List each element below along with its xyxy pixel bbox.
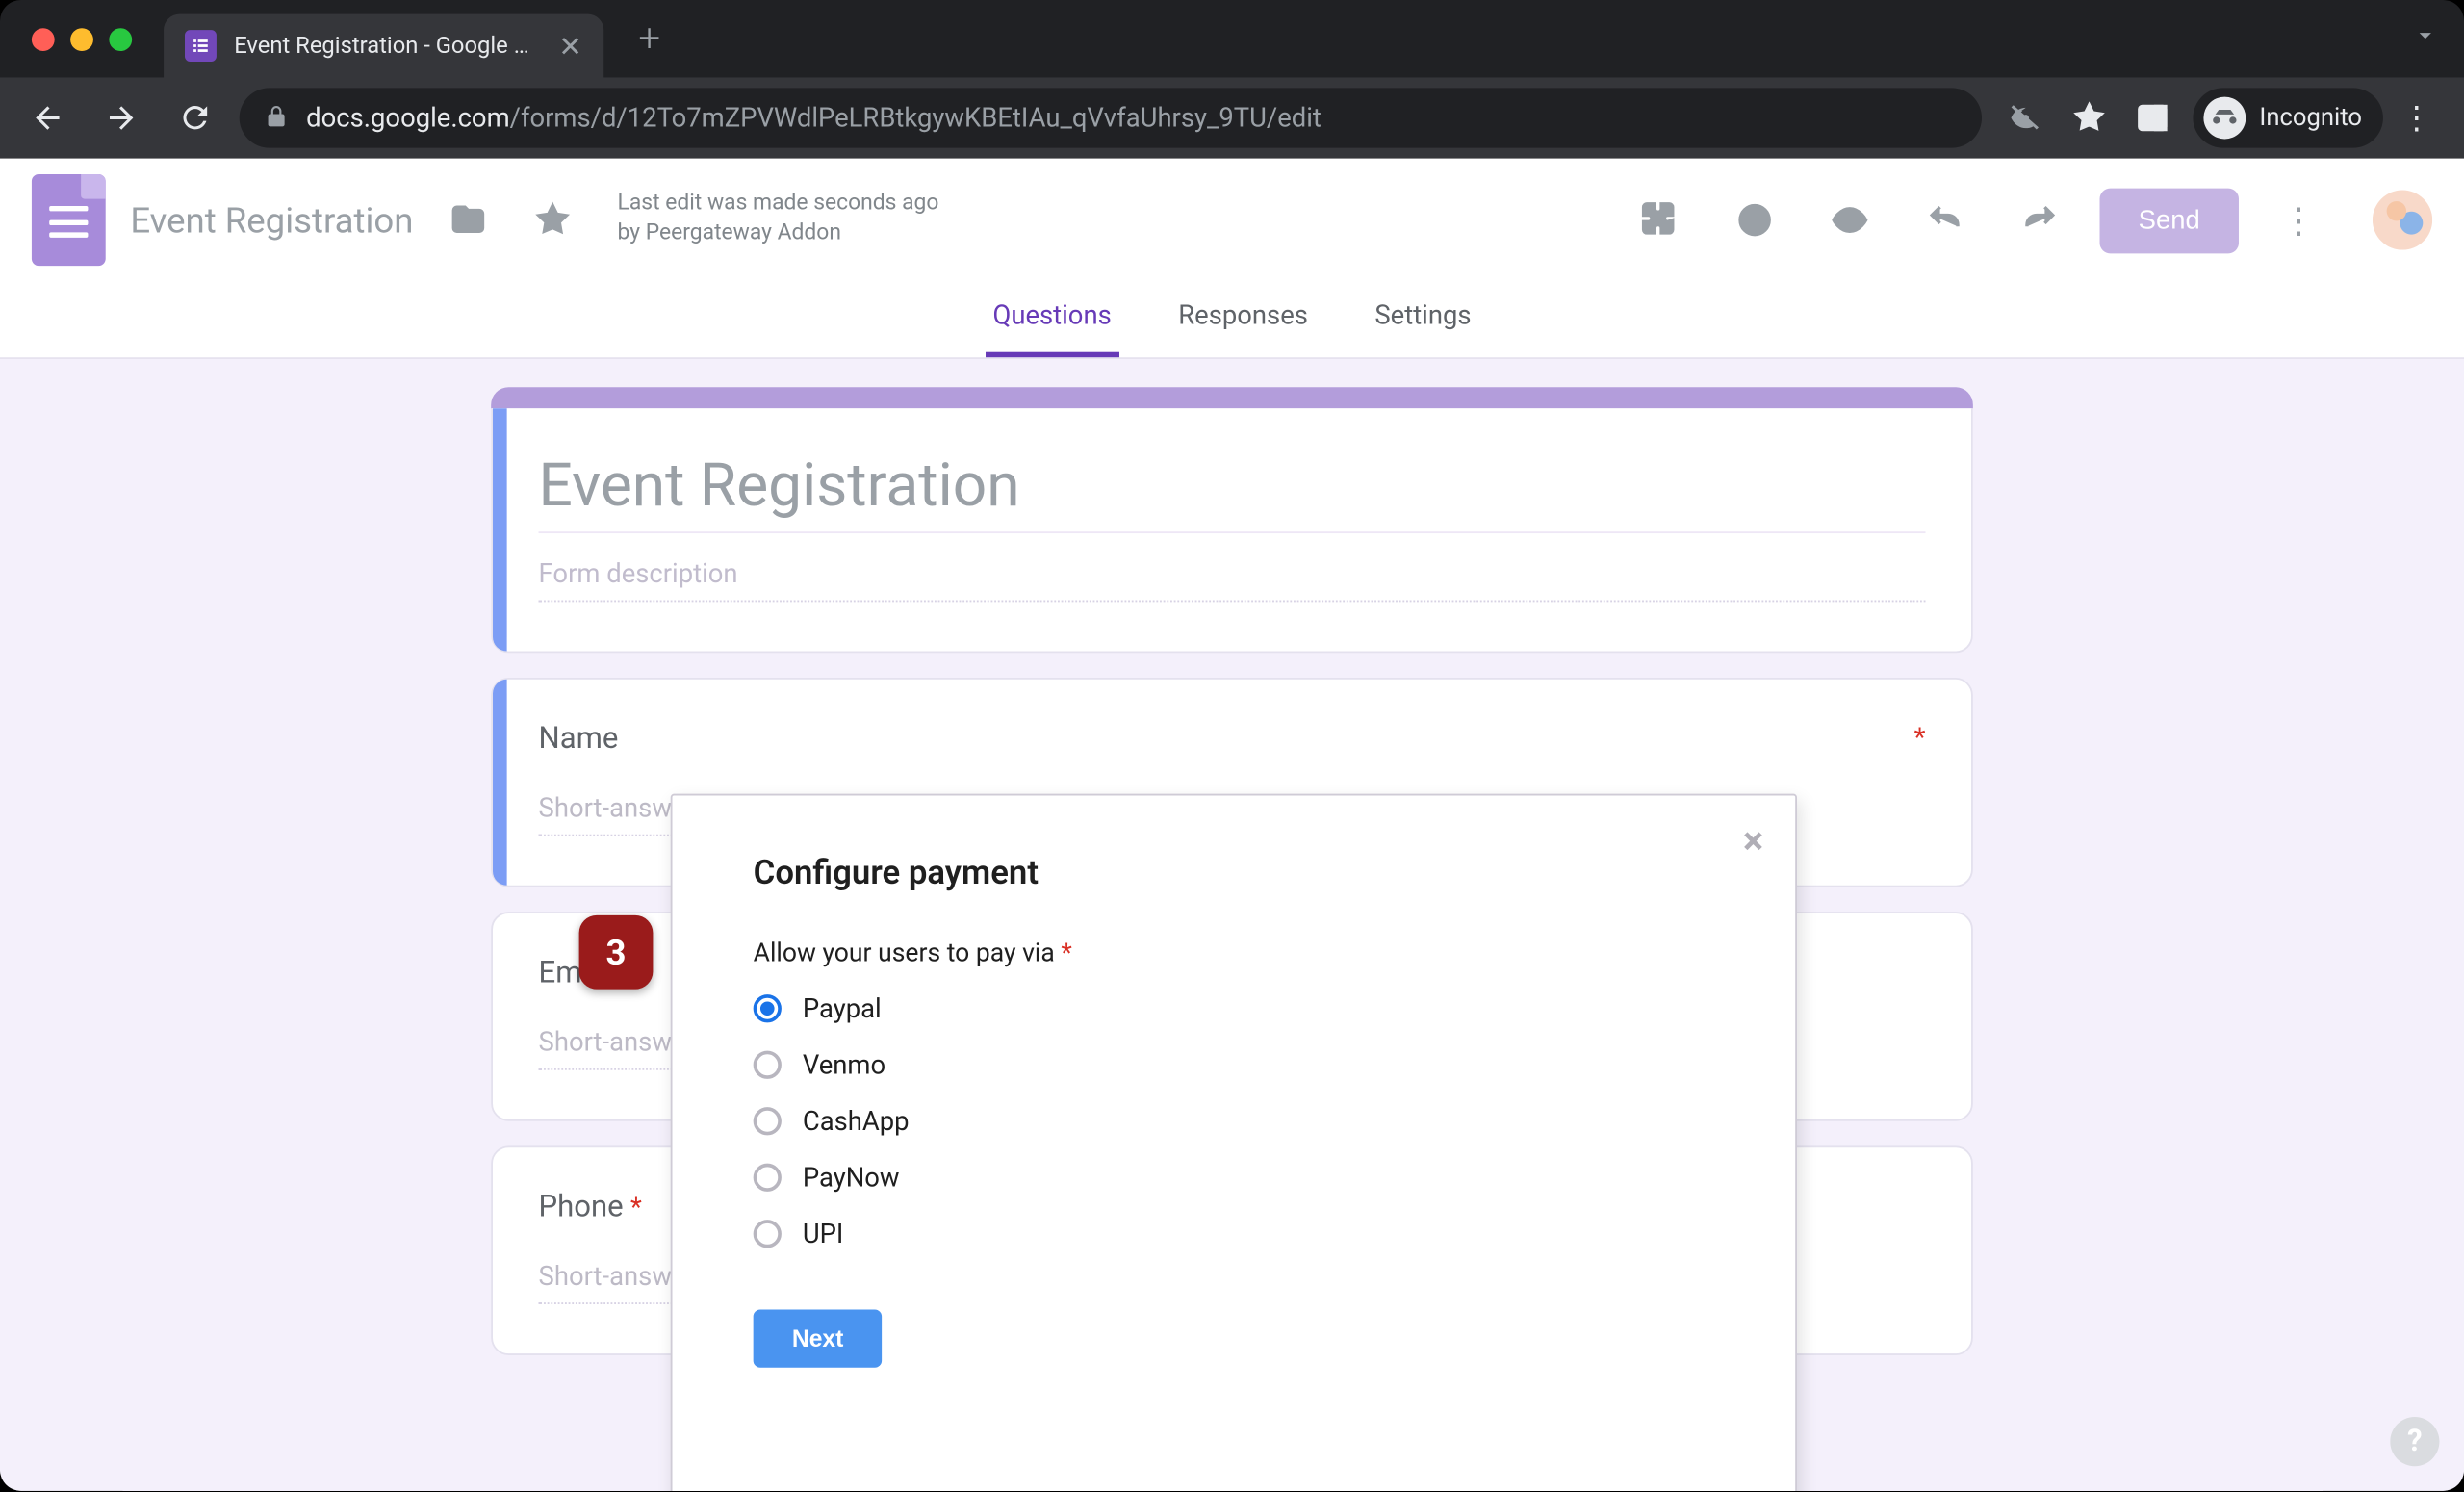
configure-payment-dialog: × Configure payment Allow your users to … [671,794,1797,1491]
next-button[interactable]: Next [754,1309,883,1367]
help-button[interactable]: ? [2390,1417,2439,1466]
radio-icon [754,1164,782,1192]
star-button[interactable] [523,190,582,249]
tab-title: Event Registration - Google Fo [234,33,537,59]
required-indicator: * [630,1192,642,1223]
bookmark-icon[interactable] [2059,88,2118,147]
tabs-overflow-button[interactable] [2411,21,2439,57]
radio-icon [754,1220,782,1248]
payment-options: Paypal Venmo CashApp PayNow UPI [754,992,1714,1249]
document-title[interactable]: Event Registration [130,199,413,242]
url-text: docs.google.com/forms/d/12To7mZPVWdlPeLR… [306,102,1322,134]
dialog-close-button[interactable]: × [1743,820,1763,864]
address-bar: docs.google.com/forms/d/12To7mZPVWdlPeLR… [0,77,2464,158]
radio-upi[interactable]: UPI [754,1218,1714,1249]
maximize-window-button[interactable] [109,27,132,50]
question-label[interactable]: Name [539,722,619,758]
forms-favicon-icon [185,30,217,62]
browser-chrome: Event Registration - Google Fo ✕ + docs.… [0,0,2464,159]
forms-logo-icon[interactable] [32,174,106,266]
radio-cashapp[interactable]: CashApp [754,1105,1714,1137]
tab-questions[interactable]: Questions [986,282,1118,358]
tab-bar: Event Registration - Google Fo ✕ + [0,0,2464,77]
back-button[interactable] [17,88,77,147]
forward-button[interactable] [91,88,151,147]
browser-tab[interactable]: Event Registration - Google Fo ✕ [164,14,603,78]
undo-button[interactable] [1910,185,1980,255]
form-canvas: Event Registration Form description Name… [0,359,2464,1491]
radio-icon [754,1051,782,1079]
move-to-folder-button[interactable] [438,190,498,249]
form-description[interactable]: Form description [539,558,1926,603]
send-button[interactable]: Send [2099,188,2239,253]
tab-close-button[interactable]: ✕ [554,30,586,62]
dialog-title: Configure payment [754,852,1714,892]
addons-button[interactable] [1625,185,1695,255]
incognito-label: Incognito [2259,104,2362,132]
browser-menu-button[interactable]: ⋮ [2387,99,2447,136]
radio-icon [754,1107,782,1135]
reload-button[interactable] [166,88,225,147]
toolbar-right: Incognito ⋮ [1995,88,2447,147]
form-accent-bar [491,387,1973,408]
window: Event Registration - Google Fo ✕ + docs.… [0,0,2464,1491]
app-header: Event Registration Last edit was made se… [0,159,2464,282]
incognito-indicator[interactable]: Incognito [2193,88,2383,147]
question-label[interactable]: Phone [539,1190,624,1225]
required-indicator: * [1914,722,1926,754]
radio-paypal[interactable]: Paypal [754,992,1714,1024]
omnibox[interactable]: docs.google.com/forms/d/12To7mZPVWdlPeLR… [240,88,1982,147]
more-menu-button[interactable]: ⋮ [2264,185,2334,255]
form-header-card[interactable]: Event Registration Form description [491,408,1973,653]
close-window-button[interactable] [32,27,55,50]
tracking-blocked-icon[interactable] [1995,88,2055,147]
window-controls [32,27,132,50]
new-tab-button[interactable]: + [625,14,674,64]
radio-icon [754,994,782,1022]
last-edit-text: Last edit was made seconds ago by Peerga… [618,191,952,250]
dialog-field-label: Allow your users to pay via * [754,939,1714,968]
form-title[interactable]: Event Registration [539,450,1926,533]
lock-icon [264,101,289,135]
radio-paynow[interactable]: PayNow [754,1162,1714,1194]
tab-settings[interactable]: Settings [1368,282,1478,358]
incognito-icon [2203,97,2246,140]
account-avatar[interactable] [2373,190,2432,249]
theme-button[interactable] [1719,185,1789,255]
radio-venmo[interactable]: Venmo [754,1049,1714,1081]
redo-button[interactable] [2005,185,2075,255]
panel-icon[interactable] [2122,88,2182,147]
tab-responses[interactable]: Responses [1171,282,1315,358]
preview-button[interactable] [1814,185,1885,255]
step-badge: 3 [579,915,654,990]
forms-app: Event Registration Last edit was made se… [0,159,2464,1491]
minimize-window-button[interactable] [70,27,93,50]
section-tabs: Questions Responses Settings [0,282,2464,359]
